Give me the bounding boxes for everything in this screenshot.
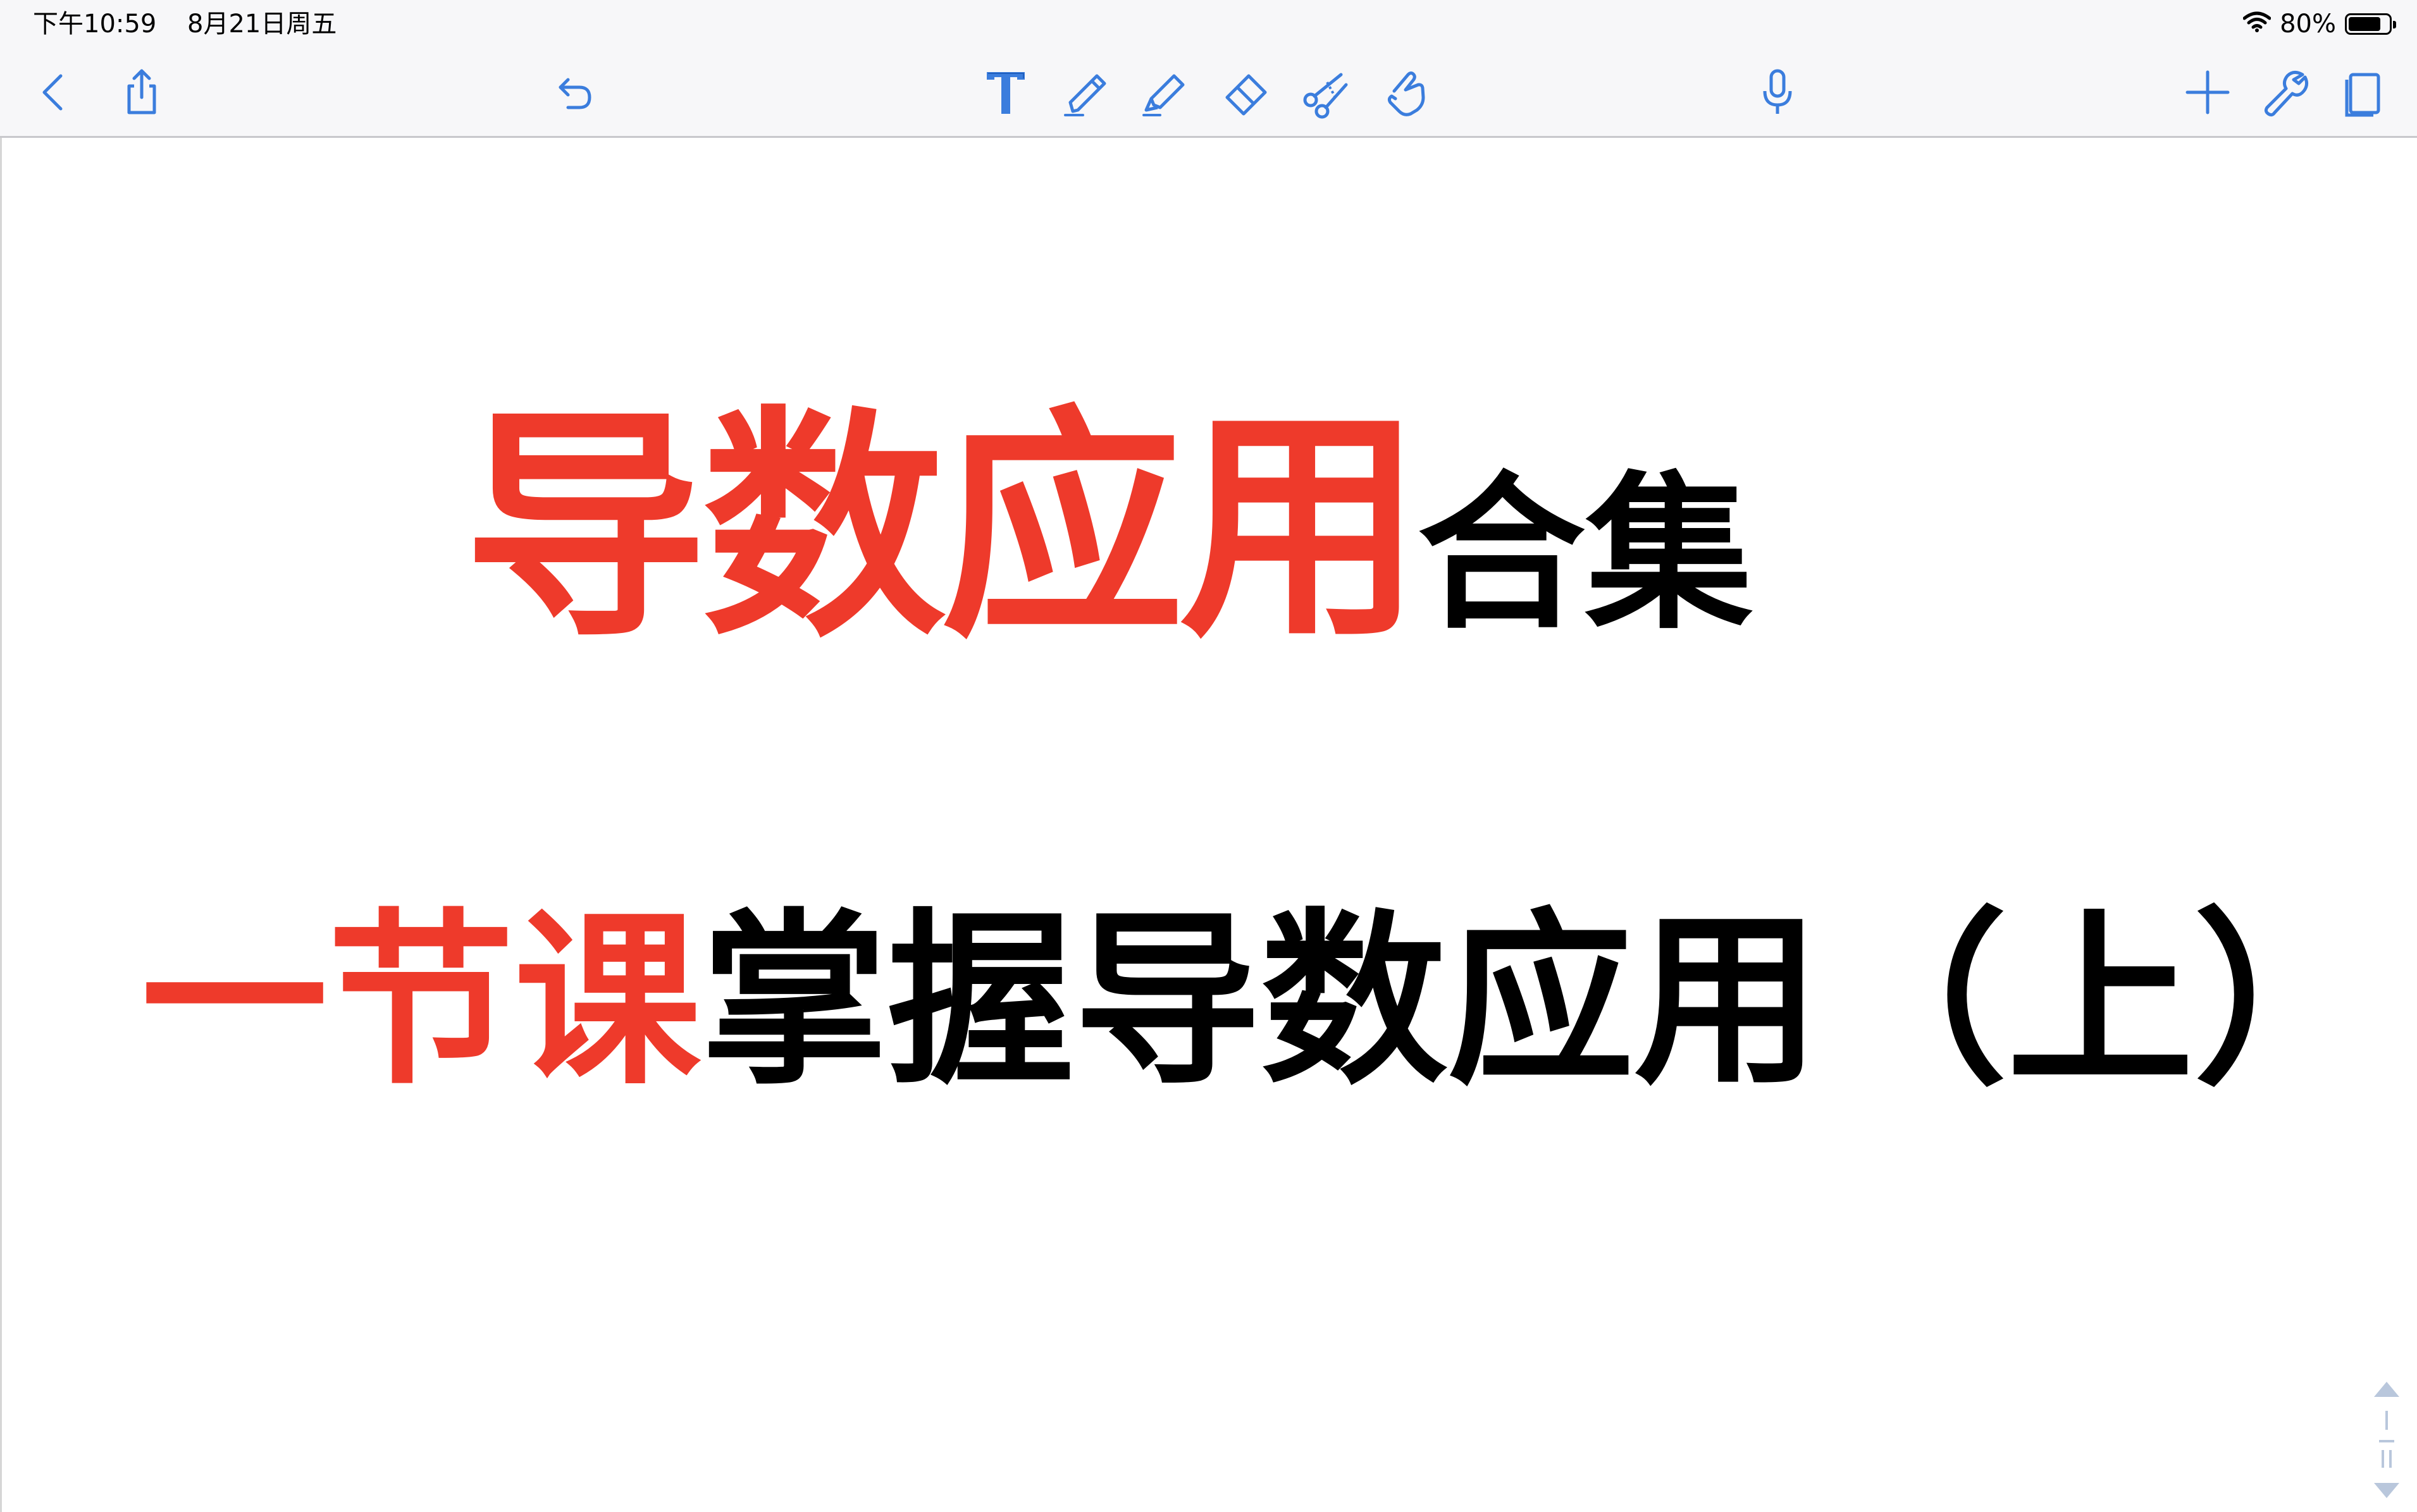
pages-icon[interactable] xyxy=(2332,61,2395,124)
battery-percent: 80% xyxy=(2280,9,2336,39)
highlighter-icon[interactable] xyxy=(1134,61,1197,124)
battery-level xyxy=(2349,17,2380,31)
wrench-icon[interactable] xyxy=(2253,61,2316,124)
status-date: 8月21日周五 xyxy=(187,9,337,39)
title-highlight: 导数应用 xyxy=(464,386,1423,670)
subtitle-highlight: 一节课 xyxy=(141,892,701,1110)
back-icon[interactable] xyxy=(23,61,86,124)
title-suffix: 合集 xyxy=(1418,457,1753,652)
wifi-icon xyxy=(2242,9,2272,39)
text-tool-icon[interactable] xyxy=(974,61,1037,124)
status-bar: 下午10:59 8月21日周五 80% xyxy=(0,0,2417,47)
undo-icon[interactable] xyxy=(541,61,605,124)
microphone-icon[interactable] xyxy=(1746,61,1809,124)
status-right: 80% xyxy=(2242,6,2396,42)
page-subtitle: 一节课掌握导数应用（上） xyxy=(141,908,2380,1095)
document-canvas[interactable]: 导数应用合集 一节课掌握导数应用（上） xyxy=(0,138,2417,1512)
page-title: 导数应用合集 xyxy=(464,407,1753,650)
app-screen: 下午10:59 8月21日周五 80% 导数应用合集 一节课掌握导数应用（上） xyxy=(0,0,2417,1512)
subtitle-rest: 掌握导数应用（上） xyxy=(701,892,2380,1110)
battery-icon xyxy=(2345,13,2396,35)
pen-icon[interactable] xyxy=(1055,61,1118,124)
add-icon[interactable] xyxy=(2176,61,2239,124)
status-left: 下午10:59 8月21日周五 xyxy=(33,6,359,42)
eraser-icon[interactable] xyxy=(1215,61,1278,124)
hand-pointer-icon[interactable] xyxy=(1371,61,1435,124)
toolbar xyxy=(0,47,2417,138)
share-icon[interactable] xyxy=(110,61,173,124)
page-scroller-icon[interactable] xyxy=(2368,1379,2406,1512)
status-time: 下午10:59 xyxy=(33,9,157,39)
scissors-icon[interactable] xyxy=(1293,61,1356,124)
